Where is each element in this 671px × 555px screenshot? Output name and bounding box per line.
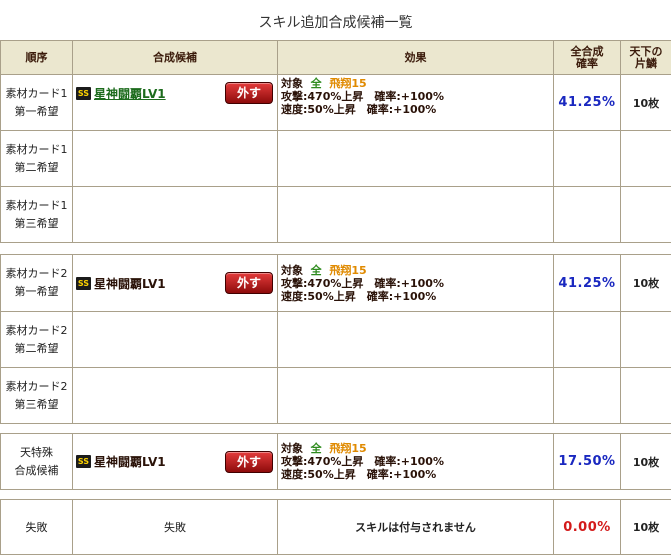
header-total-rate: 全合成確率 (554, 41, 621, 75)
failure-order: 失敗 (1, 500, 73, 555)
total-rate (554, 187, 621, 243)
failure-row: 失敗 失敗 スキルは付与されません 0.00% 10枚 (1, 500, 671, 555)
ss-rank-icon: SS (76, 455, 91, 468)
table-row: 素材カード1第二希望 (1, 131, 671, 187)
piece-count (621, 368, 671, 424)
header-row: 順序 合成候補 効果 全合成確率 天下の片鱗 (1, 41, 671, 75)
piece-count (621, 131, 671, 187)
effect-cell (278, 187, 554, 243)
failure-piece: 10枚 (621, 500, 671, 555)
effect-cell (278, 368, 554, 424)
effect-cell: 対象 全 飛翔15 攻撃:470%上昇 確率:+100% 速度:50%上昇 確率… (278, 255, 554, 312)
candidate-cell (73, 368, 278, 424)
piece-count: 10枚 (621, 255, 671, 312)
total-rate: 41.25% (554, 255, 621, 312)
effect-cell (278, 312, 554, 368)
table-row: 素材カード2第三希望 (1, 368, 671, 424)
candidate-name: 星神闘覇LV1 (94, 275, 166, 292)
candidate-cell (73, 312, 278, 368)
piece-count: 10枚 (621, 75, 671, 131)
piece-count: 10枚 (621, 434, 671, 490)
candidate-name: 星神闘覇LV1 (94, 453, 166, 470)
ss-rank-icon: SS (76, 277, 91, 290)
total-rate: 41.25% (554, 75, 621, 131)
order-cell: 素材カード2第三希望 (1, 368, 73, 424)
table-row: 天特殊合成候補 SS 星神闘覇LV1 外す 対象 全 飛翔15 攻撃:470%上… (1, 434, 671, 490)
table-row: 素材カード1第三希望 (1, 187, 671, 243)
order-cell: 素材カード2第二希望 (1, 312, 73, 368)
failure-table: 失敗 失敗 スキルは付与されません 0.00% 10枚 (0, 499, 671, 555)
failure-rate: 0.00% (554, 500, 621, 555)
page-title: スキル追加合成候補一覧 (0, 12, 671, 32)
remove-button[interactable]: 外す (225, 82, 273, 104)
header-order: 順序 (1, 41, 73, 75)
candidate-cell: SS 星神闘覇LV1 外す (73, 255, 278, 312)
table-row: 素材カード2第一希望 SS 星神闘覇LV1 外す 対象 全 飛翔15 攻撃:47… (1, 255, 671, 312)
effect-cell: 対象 全 飛翔15 攻撃:470%上昇 確率:+100% 速度:50%上昇 確率… (278, 75, 554, 131)
total-rate: 17.50% (554, 434, 621, 490)
header-candidate: 合成候補 (73, 41, 278, 75)
ss-rank-icon: SS (76, 87, 91, 100)
order-cell: 素材カード1第三希望 (1, 187, 73, 243)
total-rate (554, 131, 621, 187)
failure-candidate: 失敗 (73, 500, 278, 555)
piece-count (621, 312, 671, 368)
order-cell: 天特殊合成候補 (1, 434, 73, 490)
order-cell: 素材カード1第一希望 (1, 75, 73, 131)
order-cell: 素材カード1第二希望 (1, 131, 73, 187)
table-row: 素材カード2第二希望 (1, 312, 671, 368)
candidate-table-2: 素材カード2第一希望 SS 星神闘覇LV1 外す 対象 全 飛翔15 攻撃:47… (0, 254, 671, 424)
candidate-cell (73, 131, 278, 187)
failure-effect: スキルは付与されません (278, 500, 554, 555)
effect-cell: 対象 全 飛翔15 攻撃:470%上昇 確率:+100% 速度:50%上昇 確率… (278, 434, 554, 490)
piece-count (621, 187, 671, 243)
remove-button[interactable]: 外す (225, 451, 273, 473)
order-cell: 素材カード2第一希望 (1, 255, 73, 312)
candidate-link[interactable]: 星神闘覇LV1 (94, 85, 166, 102)
total-rate (554, 368, 621, 424)
header-effect: 効果 (278, 41, 554, 75)
candidate-cell: SS 星神闘覇LV1 外す (73, 434, 278, 490)
candidate-cell: SS 星神闘覇LV1 外す (73, 75, 278, 131)
remove-button[interactable]: 外す (225, 272, 273, 294)
effect-cell (278, 131, 554, 187)
candidate-cell (73, 187, 278, 243)
header-piece: 天下の片鱗 (621, 41, 671, 75)
table-row: 素材カード1第一希望 SS 星神闘覇LV1 外す 対象 全 飛翔15 攻撃:47… (1, 75, 671, 131)
candidate-table-3: 天特殊合成候補 SS 星神闘覇LV1 外す 対象 全 飛翔15 攻撃:470%上… (0, 433, 671, 490)
candidate-table-1: 順序 合成候補 効果 全合成確率 天下の片鱗 素材カード1第一希望 SS 星神闘… (0, 40, 671, 243)
total-rate (554, 312, 621, 368)
